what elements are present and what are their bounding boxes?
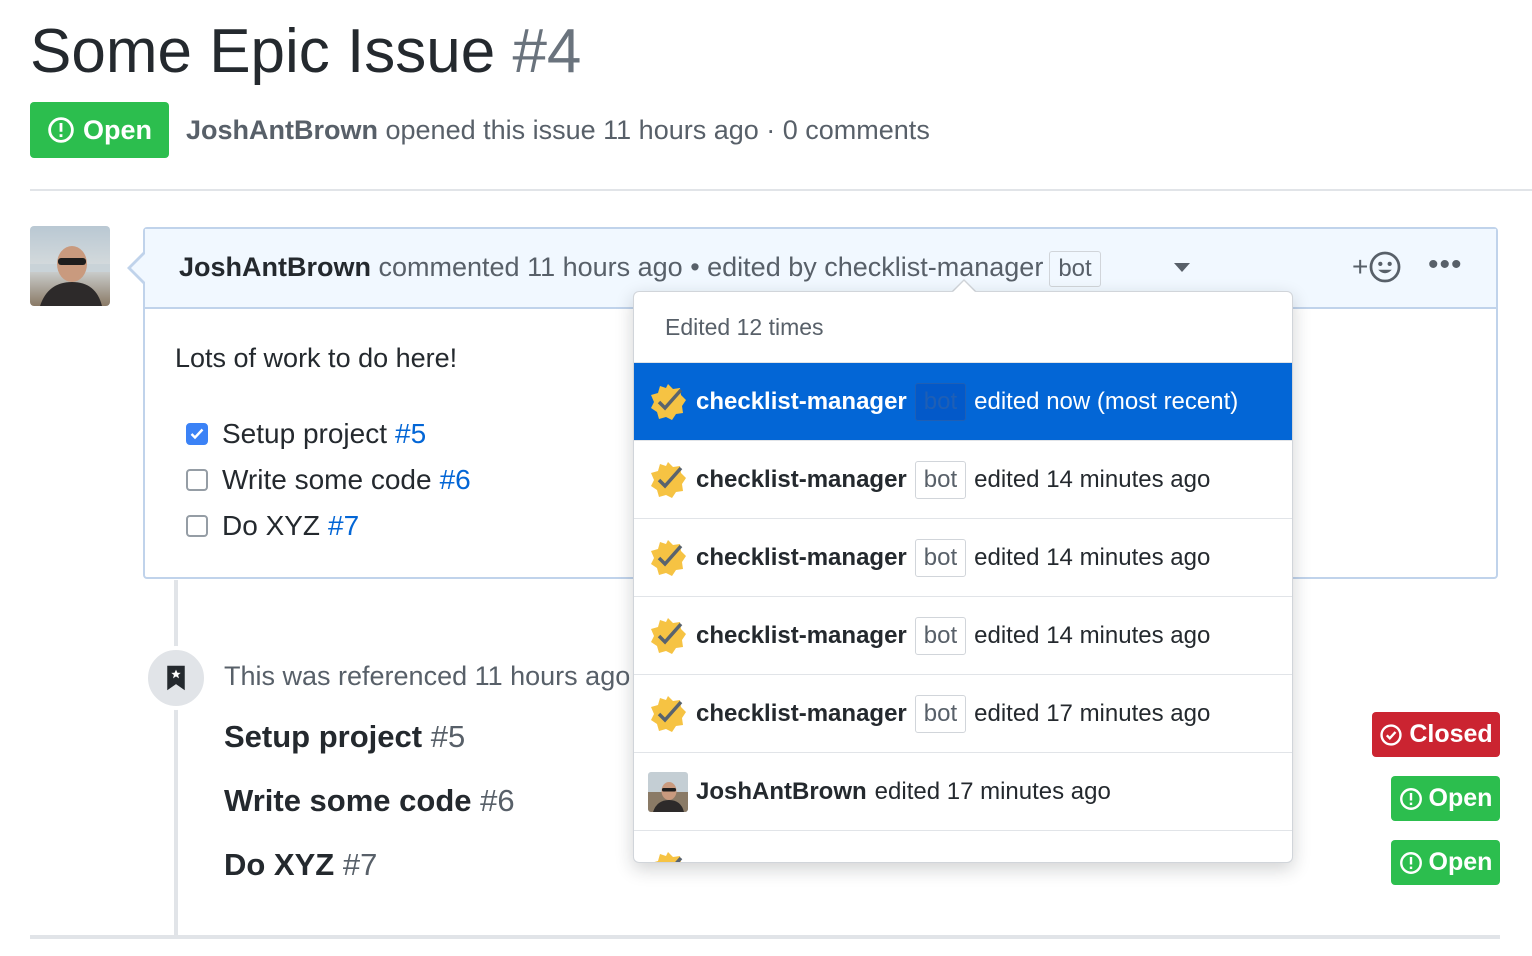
reaction-plus: + (1352, 251, 1369, 282)
comment-meta[interactable]: commented 11 hours ago • edited by check… (371, 252, 1044, 282)
task-item-2: Write some code #6 (186, 462, 471, 498)
timeline-line (174, 580, 178, 936)
reference-title-1[interactable]: Setup project (224, 719, 422, 754)
reference-item-2[interactable]: Write some code #6 (224, 781, 515, 821)
edit-history-header: Edited 12 times (634, 292, 1292, 363)
bot-label: bot (914, 460, 967, 499)
edit-history-user: checklist-manager (696, 543, 907, 571)
edit-history-time: edited 14 minutes ago (974, 543, 1211, 571)
reference-text: This was referenced 11 hours ago (224, 661, 631, 691)
task-checkbox-1[interactable] (186, 423, 208, 445)
avatar[interactable] (30, 226, 110, 306)
bookmark-icon (167, 665, 185, 691)
issue-opened-icon (1399, 787, 1422, 810)
status-badge-open-1: Open (1391, 776, 1500, 821)
edit-history-time: edited 17 minutes ago (974, 699, 1211, 727)
issue-author-link[interactable]: JoshAntBrown (186, 115, 378, 145)
checklist-badge-icon (652, 851, 683, 862)
reference-title-2[interactable]: Write some code (224, 783, 472, 818)
reference-item-3[interactable]: Do XYZ #7 (224, 845, 377, 885)
issue-number: #4 (512, 17, 582, 86)
avatar-image (30, 226, 110, 306)
issue-opened-text: opened this issue 11 hours ago · 0 comme… (378, 115, 930, 145)
edit-history-item[interactable]: JoshAntBrown edited 17 minutes ago (634, 753, 1292, 831)
reference-badge (144, 646, 208, 710)
popup-arrow-fill (952, 281, 976, 293)
status-badge-label-3: Open (1428, 848, 1493, 876)
smiley-icon (1369, 251, 1401, 283)
checkmark-icon (190, 428, 204, 440)
bot-label: bot (914, 616, 967, 655)
task-checkbox-2[interactable] (186, 469, 208, 491)
issue-opened-icon (1399, 851, 1422, 874)
edit-history-user: JoshAntBrown (696, 777, 867, 805)
edit-history-user: checklist-manager (696, 621, 907, 649)
avatar-image (648, 771, 688, 812)
issue-title-text: Some Epic Issue (30, 17, 496, 86)
reference-num-3[interactable]: #7 (343, 847, 377, 882)
task-ref-link-3[interactable]: #7 (328, 508, 359, 544)
edit-history-user: checklist-manager (696, 465, 907, 493)
header-divider (30, 189, 1532, 191)
footer-divider (30, 935, 1500, 939)
issue-title: Some Epic Issue #4 (30, 14, 581, 90)
issue-state-badge: Open (30, 102, 169, 158)
task-label-2: Write some code (222, 464, 432, 495)
reference-num-1[interactable]: #5 (431, 719, 465, 754)
edit-history-item[interactable]: checklist-manager bot edited 14 minutes … (634, 441, 1292, 519)
status-badge-label-1: Closed (1409, 720, 1493, 748)
comment-caret-fill (131, 254, 145, 282)
status-badge-closed: Closed (1372, 712, 1500, 757)
edit-history-item[interactable]: checklist-manager bot edited 17 minutes … (634, 675, 1292, 753)
issue-state-label: Open (82, 114, 152, 145)
task-ref-link-2[interactable]: #6 (440, 462, 471, 498)
task-label-3: Do XYZ (222, 510, 321, 541)
comment-body: Lots of work to do here! (175, 343, 458, 373)
task-label-1: Setup project (222, 418, 387, 449)
bot-label: bot (914, 382, 967, 421)
reference-title-3[interactable]: Do XYZ (224, 847, 334, 882)
avatar (648, 771, 688, 812)
checklist-badge-icon (651, 695, 686, 732)
task-ref-link-1[interactable]: #5 (395, 416, 426, 452)
edit-history-item[interactable]: checklist-manager bot edited 14 minutes … (634, 597, 1292, 675)
bot-label: bot (1049, 250, 1101, 287)
reference-num-2[interactable]: #6 (480, 783, 514, 818)
triangle-down-icon[interactable] (1174, 263, 1190, 272)
issue-meta: JoshAntBrown opened this issue 11 hours … (186, 112, 930, 148)
bot-label: bot (914, 694, 967, 733)
add-reaction-button[interactable]: + (1352, 250, 1402, 284)
edit-history-item[interactable]: checklist-manager bot edited 14 minutes … (634, 519, 1292, 597)
reference-item-1[interactable]: Setup project #5 (224, 717, 465, 757)
task-checkbox-3[interactable] (186, 515, 208, 537)
more-options-button[interactable]: ••• (1428, 248, 1463, 282)
edit-history-item[interactable]: checklist-manager bot edited now (most r… (634, 363, 1292, 441)
edit-history-time: edited 14 minutes ago (974, 465, 1211, 493)
comment-author-link[interactable]: JoshAntBrown (179, 252, 371, 282)
task-item-3: Do XYZ #7 (186, 508, 359, 544)
edit-history-time: edited now (most recent) (974, 387, 1239, 415)
bot-label: bot (914, 538, 967, 577)
edit-history-item[interactable] (634, 831, 1292, 862)
edit-history-time: edited 14 minutes ago (974, 621, 1211, 649)
edit-history-user: checklist-manager (696, 699, 907, 727)
edit-history-time: edited 17 minutes ago (874, 777, 1111, 805)
edit-history-dropdown: Edited 12 times checklist-manager bot ed… (633, 291, 1293, 863)
checklist-badge-icon (651, 617, 686, 654)
task-item-1: Setup project #5 (186, 416, 426, 452)
edit-history-user: checklist-manager (696, 387, 907, 415)
issue-closed-icon (1380, 723, 1402, 746)
status-badge-label-2: Open (1428, 784, 1493, 812)
status-badge-open-2: Open (1391, 840, 1500, 885)
checklist-badge-icon (651, 539, 686, 576)
issue-opened-icon (48, 117, 74, 143)
checklist-badge-icon (651, 383, 686, 420)
checklist-badge-icon (651, 461, 686, 498)
